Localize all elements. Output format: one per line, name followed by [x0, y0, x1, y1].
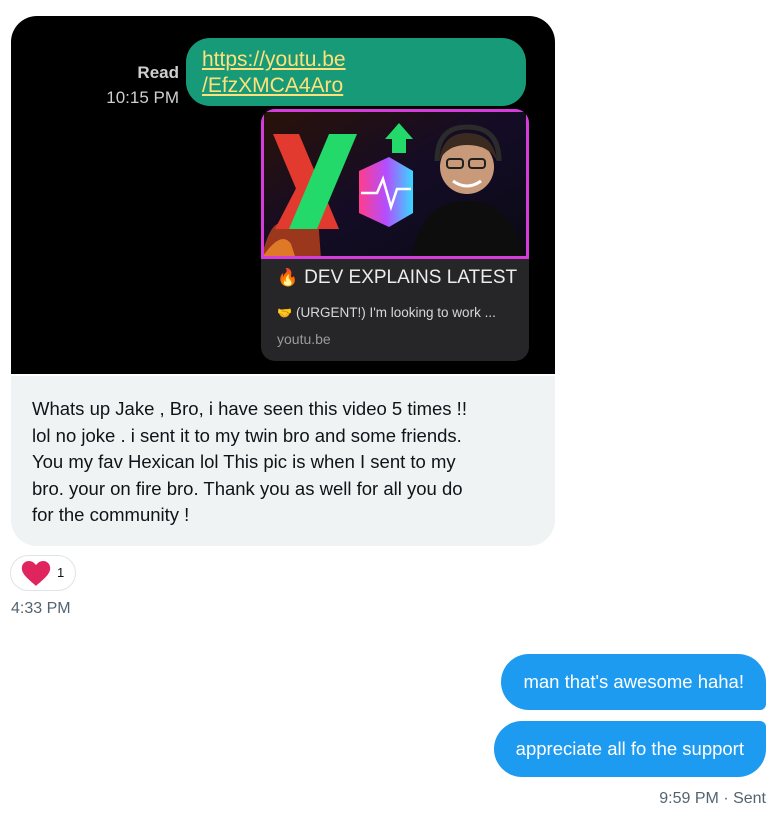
read-time: 10:15 PM: [106, 88, 179, 107]
card-title-text: DEV EXPLAINS LATEST: [304, 267, 518, 288]
sent-message[interactable]: appreciate all fo the support: [493, 721, 766, 777]
card-domain: youtu.be: [277, 331, 331, 347]
message-line: for the community !: [32, 504, 190, 525]
card-subtitle: 🤝 (URGENT!) I'm looking to work ...: [277, 305, 496, 320]
link-text-line1[interactable]: https://youtu.be: [202, 47, 526, 73]
read-label: Read: [137, 63, 179, 82]
shared-screenshot[interactable]: Read 10:15 PM https://youtu.be /EfzXMCA4…: [11, 16, 555, 374]
sent-message[interactable]: man that's awesome haha!: [501, 654, 766, 710]
link-text-line2[interactable]: /EfzXMCA4Aro: [202, 73, 526, 99]
video-thumbnail: [261, 109, 529, 259]
reaction-badge[interactable]: 1: [10, 555, 76, 591]
message-line: Whats up Jake , Bro, i have seen this vi…: [32, 398, 467, 419]
message-line: bro. your on fire bro. Thank you as well…: [32, 477, 463, 499]
received-timestamp: 4:33 PM: [11, 600, 71, 617]
message-line: lol no joke . i sent it to my twin bro a…: [32, 424, 462, 446]
read-receipt: Read 10:15 PM: [106, 60, 179, 110]
handshake-icon: 🤝: [277, 306, 292, 320]
message-line: You my fav Hexican lol This pic is when …: [32, 451, 456, 472]
link-bubble[interactable]: https://youtu.be /EfzXMCA4Aro: [186, 38, 526, 106]
card-subtitle-text: (URGENT!) I'm looking to work ...: [295, 305, 496, 320]
link-preview-card[interactable]: 🔥 DEV EXPLAINS LATEST 🤝 (URGENT!) I'm look…: [261, 109, 529, 361]
heart-icon: [21, 561, 51, 586]
fire-icon: 🔥: [277, 268, 299, 287]
sent-status: 9:59 PM · Sent: [659, 790, 766, 807]
card-title: 🔥 DEV EXPLAINS LATEST: [277, 267, 517, 289]
reaction-count: 1: [57, 565, 65, 580]
received-message[interactable]: Whats up Jake , Bro, i have seen this vi…: [11, 376, 555, 546]
